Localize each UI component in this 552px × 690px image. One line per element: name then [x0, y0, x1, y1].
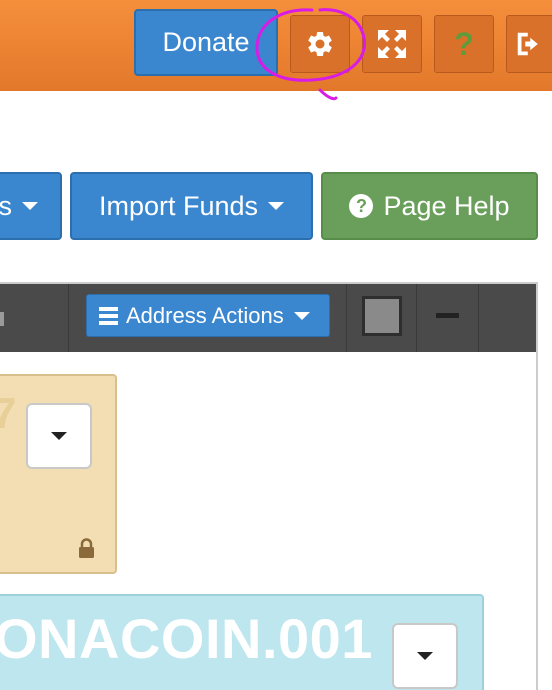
- fullscreen-icon: [376, 28, 408, 60]
- help-icon: ?: [454, 25, 474, 62]
- chevron-down-icon: [51, 432, 67, 440]
- question-circle-icon: ?: [349, 194, 374, 218]
- partial-button-label: s: [0, 191, 12, 222]
- import-funds-button[interactable]: Import Funds: [70, 172, 313, 240]
- address-card-dropdown-button[interactable]: [392, 623, 458, 689]
- help-button[interactable]: ?: [434, 15, 494, 73]
- partial-bar-item: [0, 312, 4, 326]
- settings-button[interactable]: [290, 15, 350, 73]
- select-all-checkbox[interactable]: [362, 296, 402, 336]
- gear-icon: [305, 29, 335, 59]
- donate-button[interactable]: Donate: [134, 9, 278, 76]
- hamburger-icon: [99, 304, 118, 328]
- bar-divider: [68, 284, 69, 352]
- address-card-dropdown-button[interactable]: [26, 403, 92, 469]
- chevron-down-icon: [293, 311, 310, 320]
- chevron-down-icon: [268, 202, 285, 210]
- chevron-down-icon: [22, 202, 38, 210]
- bar-divider: [478, 284, 479, 352]
- chevron-down-icon: [417, 652, 433, 660]
- lock-icon: [79, 538, 94, 558]
- address-actions-button[interactable]: Address Actions: [86, 294, 330, 337]
- import-funds-label: Import Funds: [98, 190, 259, 221]
- page-help-label: Page Help: [383, 190, 510, 221]
- logout-icon: [514, 29, 544, 59]
- address-card-label: 7: [0, 389, 17, 438]
- logout-button[interactable]: [506, 15, 552, 73]
- fullscreen-button[interactable]: [362, 15, 422, 73]
- bar-divider: [346, 284, 347, 352]
- address-actions-label: Address Actions: [126, 302, 284, 328]
- bar-divider: [416, 284, 417, 352]
- address-card-label: ONACOIN.001: [0, 607, 373, 670]
- collapse-icon[interactable]: [436, 313, 459, 318]
- page-help-button[interactable]: ? Page Help: [321, 172, 538, 240]
- partial-dropdown-button[interactable]: s: [0, 172, 62, 240]
